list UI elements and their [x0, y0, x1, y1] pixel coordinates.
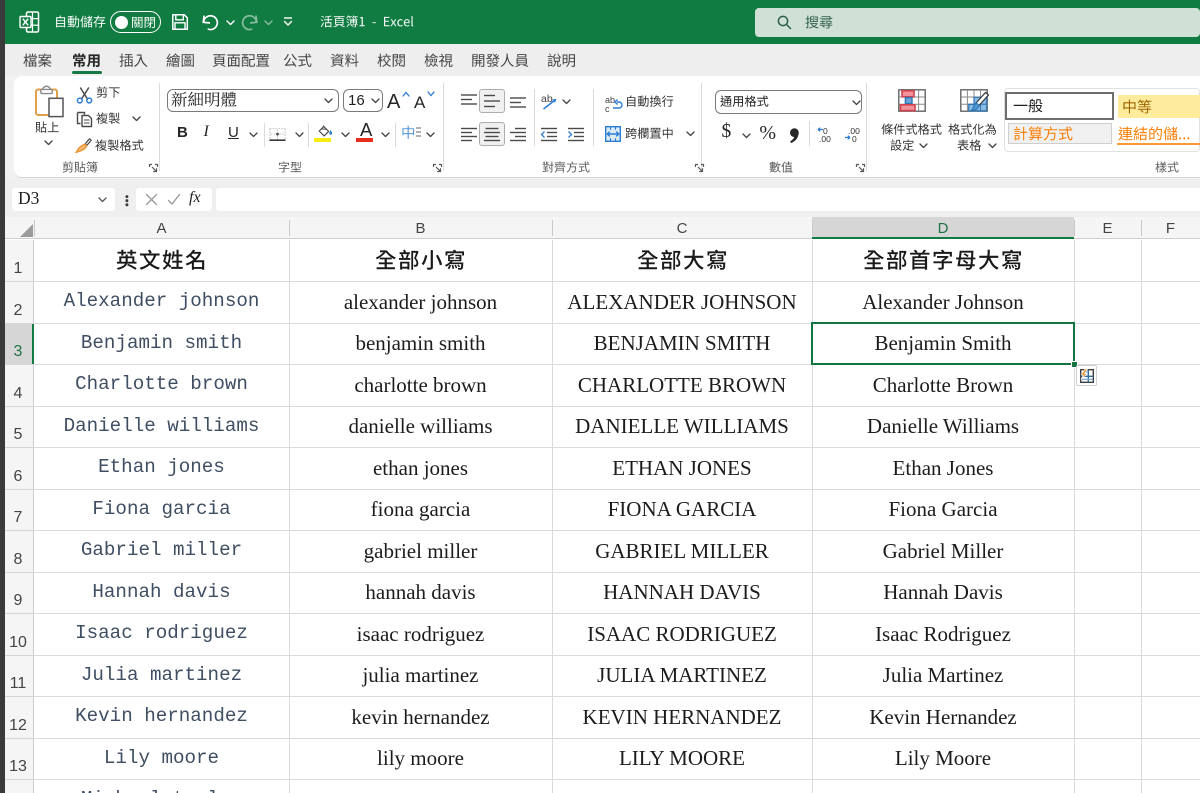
- svg-text:.00: .00: [819, 134, 831, 144]
- svg-text:c: c: [605, 104, 610, 114]
- svg-text:0: 0: [852, 134, 857, 144]
